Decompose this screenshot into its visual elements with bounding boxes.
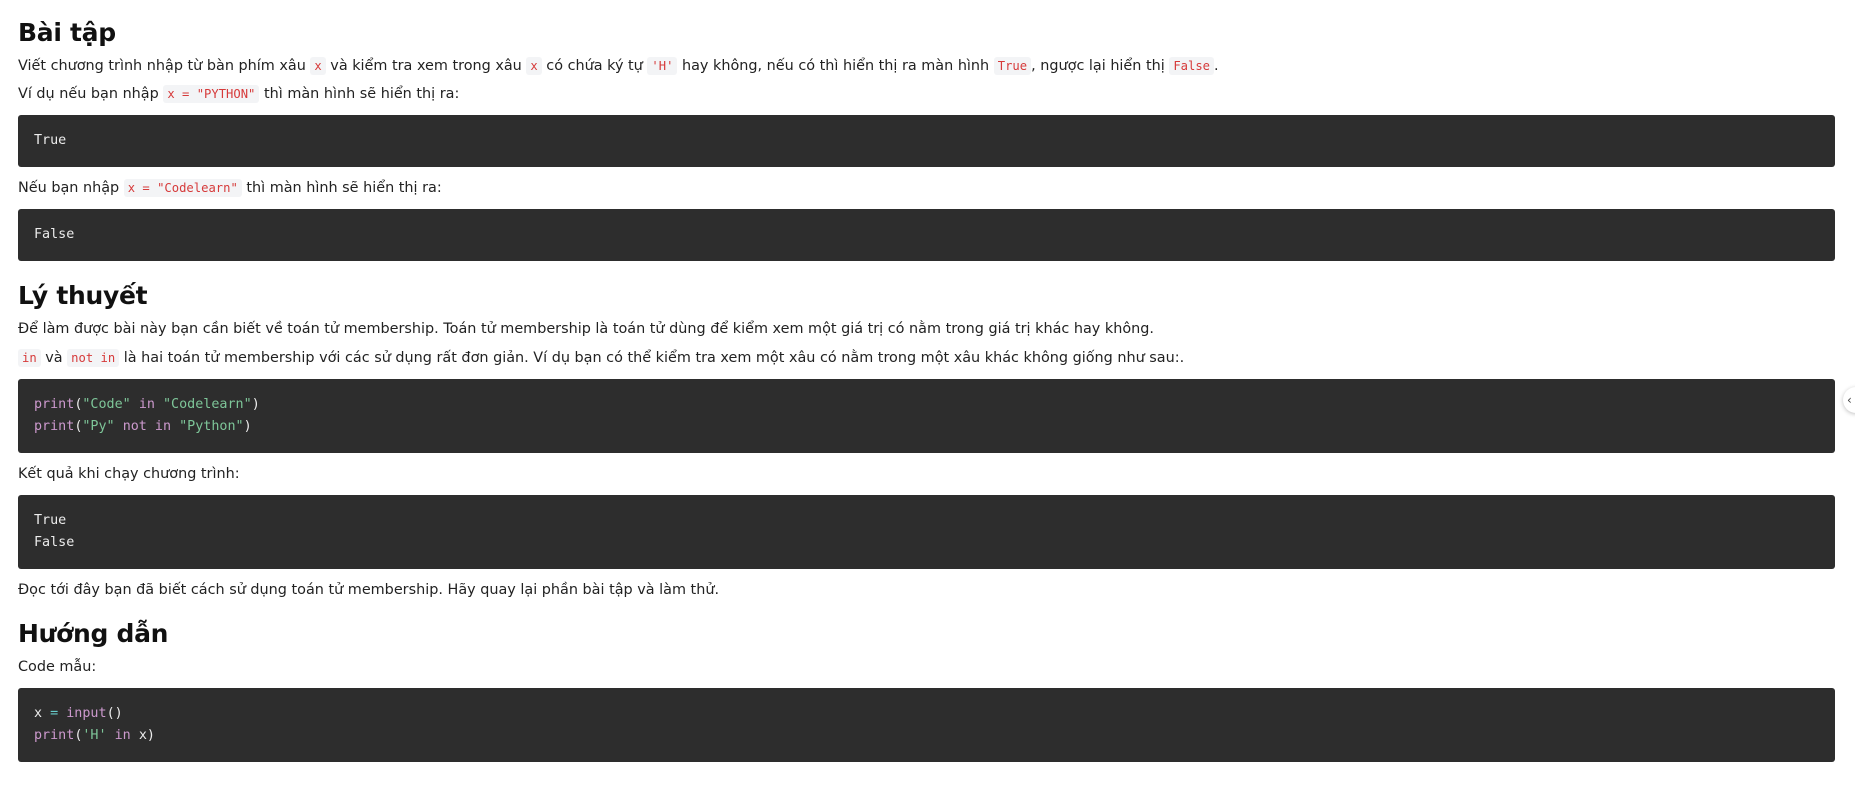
code-line: False xyxy=(34,535,75,550)
inline-code: x = "PYTHON" xyxy=(163,85,260,103)
code-line: False xyxy=(34,227,75,242)
exercise-heading: Bài tập xyxy=(18,18,116,47)
theory-paragraph-2: in và not in là hai toán tử membership v… xyxy=(18,347,1835,369)
exercise-description: Viết chương trình nhập từ bàn phím xâu x… xyxy=(18,57,1219,75)
example-1-output-block[interactable]: True xyxy=(18,115,1835,167)
guide-heading: Hướng dẫn xyxy=(18,619,169,648)
example-1-intro: Ví dụ nếu bạn nhập x = "PYTHON" thì màn … xyxy=(18,85,460,103)
example-2-output-block[interactable]: False xyxy=(18,209,1835,261)
theory-closing: Đọc tới đây bạn đã biết cách sử dụng toá… xyxy=(18,582,720,598)
code-line: True xyxy=(34,133,67,148)
sample-code-label: Code mẫu: xyxy=(18,659,97,675)
example-2-intro: Nếu bạn nhập x = "Codelearn" thì màn hìn… xyxy=(18,179,442,197)
sample-solution-code-block[interactable]: x = input() print('H' in x) xyxy=(18,688,1835,762)
code-line: print("Code" in "Codelearn") xyxy=(34,397,260,412)
inline-code: x = "Codelearn" xyxy=(123,179,242,197)
inline-code: not in xyxy=(67,349,120,367)
inline-code: x xyxy=(310,57,326,75)
theory-heading: Lý thuyết xyxy=(18,281,148,310)
theory-paragraph-1: Để làm được bài này bạn cần biết về toán… xyxy=(18,321,1154,337)
result-label: Kết quả khi chạy chương trình: xyxy=(18,466,240,482)
membership-result-block[interactable]: True False xyxy=(18,495,1835,569)
code-line: print('H' in x) xyxy=(34,728,155,743)
membership-example-code-block[interactable]: print("Code" in "Codelearn") print("Py" n… xyxy=(18,379,1835,453)
panel-collapse-toggle[interactable]: ‹ xyxy=(1843,387,1855,413)
inline-code: False xyxy=(1169,57,1215,75)
lesson-content: Bài tập Viết chương trình nhập từ bàn ph… xyxy=(18,0,1835,772)
code-line: print("Py" not in "Python") xyxy=(34,419,252,434)
inline-code: x xyxy=(526,57,542,75)
code-line: x = input() xyxy=(34,706,123,721)
code-line: True xyxy=(34,513,67,528)
inline-code: True xyxy=(993,57,1032,75)
inline-code: 'H' xyxy=(647,57,678,75)
inline-code: in xyxy=(18,349,41,367)
chevron-left-icon: ‹ xyxy=(1847,393,1852,407)
